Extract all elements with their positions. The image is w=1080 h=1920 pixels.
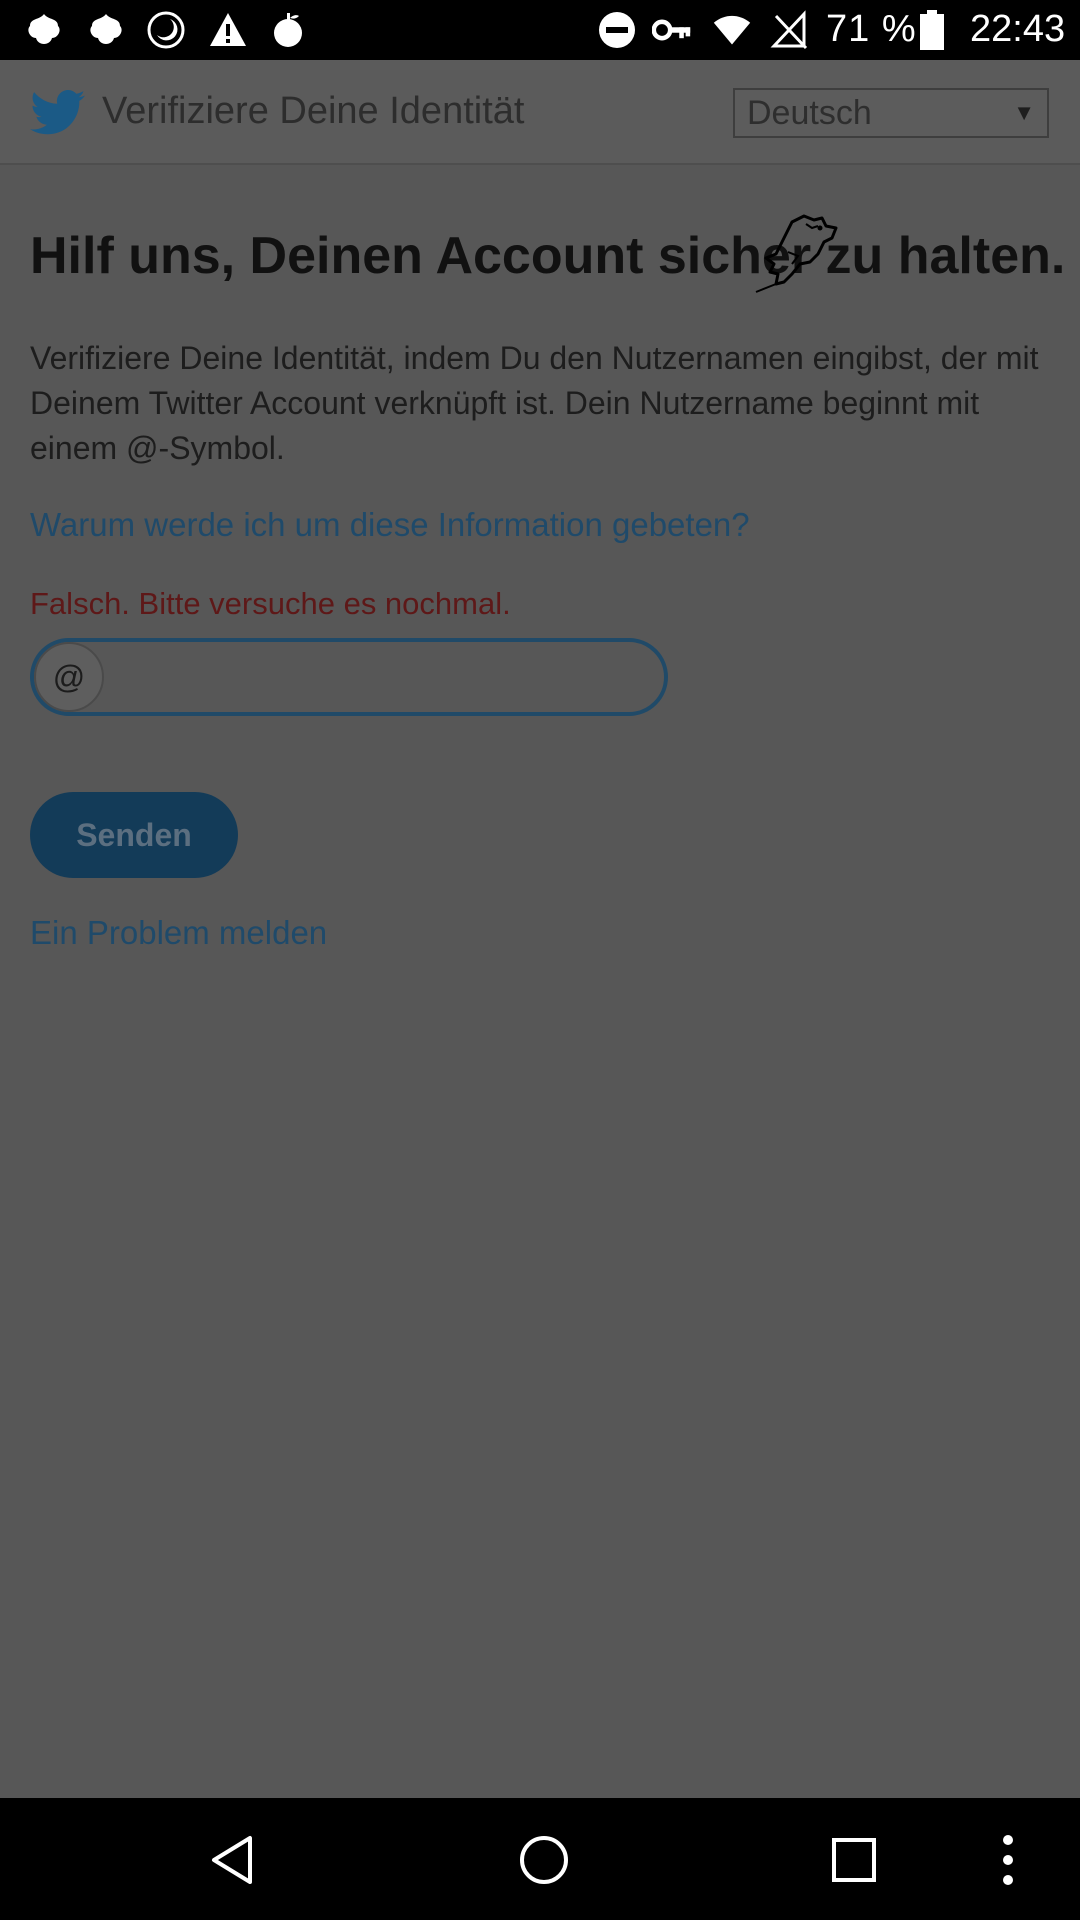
page-title: Verifiziere Deine Identität [102, 90, 525, 132]
why-info-link[interactable]: Warum werde ich um diese Information geb… [30, 506, 750, 544]
back-icon[interactable] [192, 1820, 272, 1900]
recents-icon[interactable] [814, 1820, 894, 1900]
wifi-icon [712, 10, 752, 50]
clock: 22:43 [970, 8, 1066, 50]
username-input[interactable] [114, 648, 648, 706]
error-message: Falsch. Bitte versuche es nochmal. [30, 586, 511, 621]
home-icon[interactable] [504, 1820, 584, 1900]
page-header: Verifiziere Deine Identität Deutsch ▼ [0, 60, 1080, 165]
language-select[interactable]: Deutsch ▼ [733, 88, 1049, 138]
bird-doodle-icon [752, 212, 842, 294]
more-icon[interactable] [968, 1820, 1048, 1900]
no-signal-icon [770, 10, 810, 50]
battery-icon [912, 10, 952, 50]
headline: Hilf uns, Deinen Account sicher zu halte… [30, 227, 1066, 285]
moon-icon [146, 10, 186, 50]
notification-icon [86, 10, 126, 50]
notification-icon [24, 10, 64, 50]
at-prefix: @ [34, 642, 104, 712]
language-select-value: Deutsch [747, 94, 872, 132]
do-not-disturb-icon [597, 10, 637, 50]
status-bar: 71 % 22:43 [0, 0, 1080, 60]
apple-icon [268, 10, 308, 50]
twitter-bird-icon [30, 90, 86, 136]
username-field[interactable]: @ [30, 638, 668, 716]
vpn-key-icon [652, 10, 692, 50]
report-problem-link[interactable]: Ein Problem melden [30, 914, 327, 952]
chevron-down-icon: ▼ [1013, 100, 1035, 125]
send-button[interactable]: Senden [30, 792, 238, 878]
navigation-bar [0, 1798, 1080, 1920]
battery-percent: 71 % [826, 8, 917, 50]
warning-icon [208, 10, 248, 50]
description-text: Verifiziere Deine Identität, indem Du de… [30, 340, 1039, 466]
